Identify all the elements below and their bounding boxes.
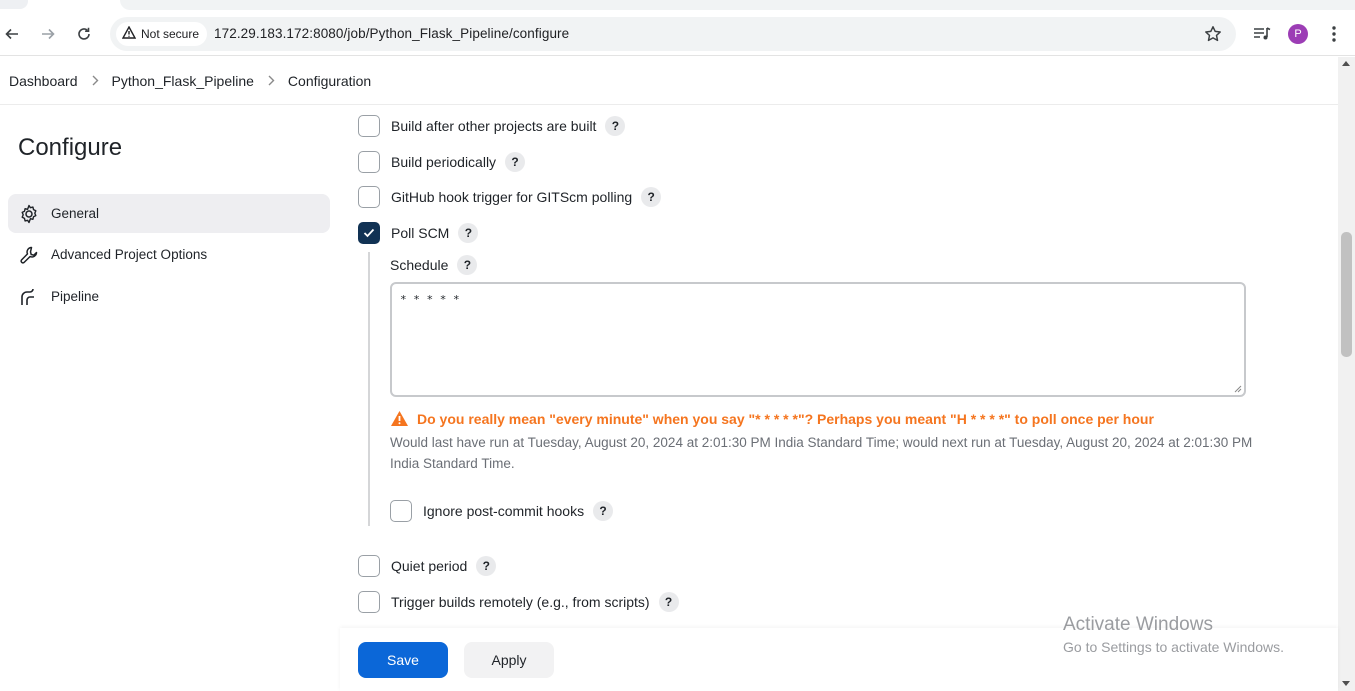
forward-icon[interactable] <box>36 22 60 46</box>
breadcrumb-configuration[interactable]: Configuration <box>288 73 371 89</box>
warning-triangle-icon <box>121 25 137 42</box>
sidebar-title: Configure <box>18 134 123 161</box>
ignore-post-commit-label[interactable]: Ignore post-commit hooks <box>423 503 584 519</box>
github-hook-checkbox[interactable] <box>358 186 380 208</box>
build-after-label[interactable]: Build after other projects are built <box>391 118 596 134</box>
sidebar-item-general[interactable]: General <box>8 194 330 233</box>
back-icon[interactable] <box>0 22 24 46</box>
trigger-remotely-label[interactable]: Trigger builds remotely (e.g., from scri… <box>391 594 650 610</box>
security-chip[interactable]: Not secure <box>116 22 208 46</box>
resize-grip-icon[interactable] <box>1234 385 1242 393</box>
ignore-post-commit-row: Ignore post-commit hooks ? <box>390 500 614 522</box>
sidebar-item-advanced-project-options[interactable]: Advanced Project Options <box>8 235 330 274</box>
scrollbar[interactable] <box>1338 57 1355 691</box>
sidebar-item-pipeline[interactable]: Pipeline <box>8 277 330 316</box>
warning-text: Do you really mean "every minute" when y… <box>417 410 1154 427</box>
help-icon[interactable]: ? <box>476 556 497 576</box>
watermark-subtitle: Go to Settings to activate Windows. <box>1063 639 1284 655</box>
schedule-label: Schedule <box>390 257 449 273</box>
schedule-value: * * * * * <box>400 293 460 306</box>
tab-strip <box>0 0 1355 12</box>
apply-button[interactable]: Apply <box>464 642 554 678</box>
media-control-icon[interactable] <box>1250 22 1274 46</box>
browser-toolbar: Not secure 172.29.183.172:8080/job/Pytho… <box>0 12 1355 56</box>
browser-menu-icon[interactable] <box>1322 22 1346 46</box>
warning-icon <box>390 410 409 427</box>
scrollbar-thumb[interactable] <box>1341 232 1352 357</box>
help-icon[interactable]: ? <box>605 116 626 136</box>
quiet-period-label[interactable]: Quiet period <box>391 558 467 574</box>
scroll-down-arrow-icon[interactable] <box>1342 681 1350 686</box>
tab-strip-background <box>120 0 1355 10</box>
help-icon[interactable]: ? <box>505 152 526 172</box>
activate-windows-watermark: Activate Windows Go to Settings to activ… <box>1063 614 1284 655</box>
reload-icon[interactable] <box>72 22 96 46</box>
help-icon[interactable]: ? <box>593 501 614 521</box>
nested-options-divider <box>368 252 370 526</box>
schedule-warning: Do you really mean "every minute" when y… <box>390 410 1154 427</box>
trigger-build-periodically: Build periodically ? <box>358 151 526 173</box>
build-periodically-label[interactable]: Build periodically <box>391 154 496 170</box>
breadcrumb: Dashboard Python_Flask_Pipeline Configur… <box>0 57 1338 104</box>
quiet-period-checkbox[interactable] <box>358 555 380 577</box>
sidebar-item-label: General <box>51 206 100 221</box>
trigger-poll-scm: Poll SCM ? <box>358 222 479 244</box>
address-bar[interactable]: Not secure 172.29.183.172:8080/job/Pytho… <box>110 17 1236 51</box>
schedule-textarea[interactable]: * * * * * <box>390 282 1246 397</box>
checkmark-icon <box>363 228 375 238</box>
gear-icon <box>19 204 39 224</box>
help-icon[interactable]: ? <box>658 592 679 612</box>
security-label: Not secure <box>141 27 200 41</box>
chevron-right-icon <box>267 73 275 89</box>
profile-avatar[interactable]: P <box>1286 22 1310 46</box>
url-text[interactable]: 172.29.183.172:8080/job/Python_Flask_Pip… <box>214 26 569 41</box>
poll-scm-label[interactable]: Poll SCM <box>391 225 449 241</box>
sidebar-item-label: Pipeline <box>51 289 100 304</box>
trigger-github-hook: GitHub hook trigger for GITScm polling ? <box>358 186 662 208</box>
schedule-label-row: Schedule ? <box>390 255 478 275</box>
save-button[interactable]: Save <box>358 642 448 678</box>
build-after-checkbox[interactable] <box>358 115 380 137</box>
trigger-build-after: Build after other projects are built ? <box>358 115 626 137</box>
build-periodically-checkbox[interactable] <box>358 151 380 173</box>
trigger-remotely-checkbox[interactable] <box>358 591 380 613</box>
breadcrumb-dashboard[interactable]: Dashboard <box>9 73 78 89</box>
ignore-post-commit-checkbox[interactable] <box>390 500 412 522</box>
github-hook-label[interactable]: GitHub hook trigger for GITScm polling <box>391 189 632 205</box>
profile-initial: P <box>1288 24 1308 44</box>
watermark-title: Activate Windows <box>1063 614 1213 635</box>
help-icon[interactable]: ? <box>457 255 478 275</box>
trigger-builds-remotely: Trigger builds remotely (e.g., from scri… <box>358 591 679 613</box>
schedule-run-info: Would last have run at Tuesday, August 2… <box>390 435 1253 471</box>
tab-fragment[interactable] <box>0 0 28 9</box>
scroll-up-arrow-icon[interactable] <box>1342 61 1350 66</box>
poll-scm-checkbox[interactable] <box>358 222 380 244</box>
help-icon[interactable]: ? <box>641 187 662 207</box>
pipeline-icon <box>19 287 39 307</box>
trigger-quiet-period: Quiet period ? <box>358 555 497 577</box>
breadcrumb-job[interactable]: Python_Flask_Pipeline <box>112 73 254 89</box>
bookmark-star-icon[interactable] <box>1204 25 1222 48</box>
chevron-right-icon <box>91 73 99 89</box>
sidebar-item-label: Advanced Project Options <box>51 247 208 262</box>
wrench-icon <box>19 245 39 265</box>
help-icon[interactable]: ? <box>458 223 479 243</box>
